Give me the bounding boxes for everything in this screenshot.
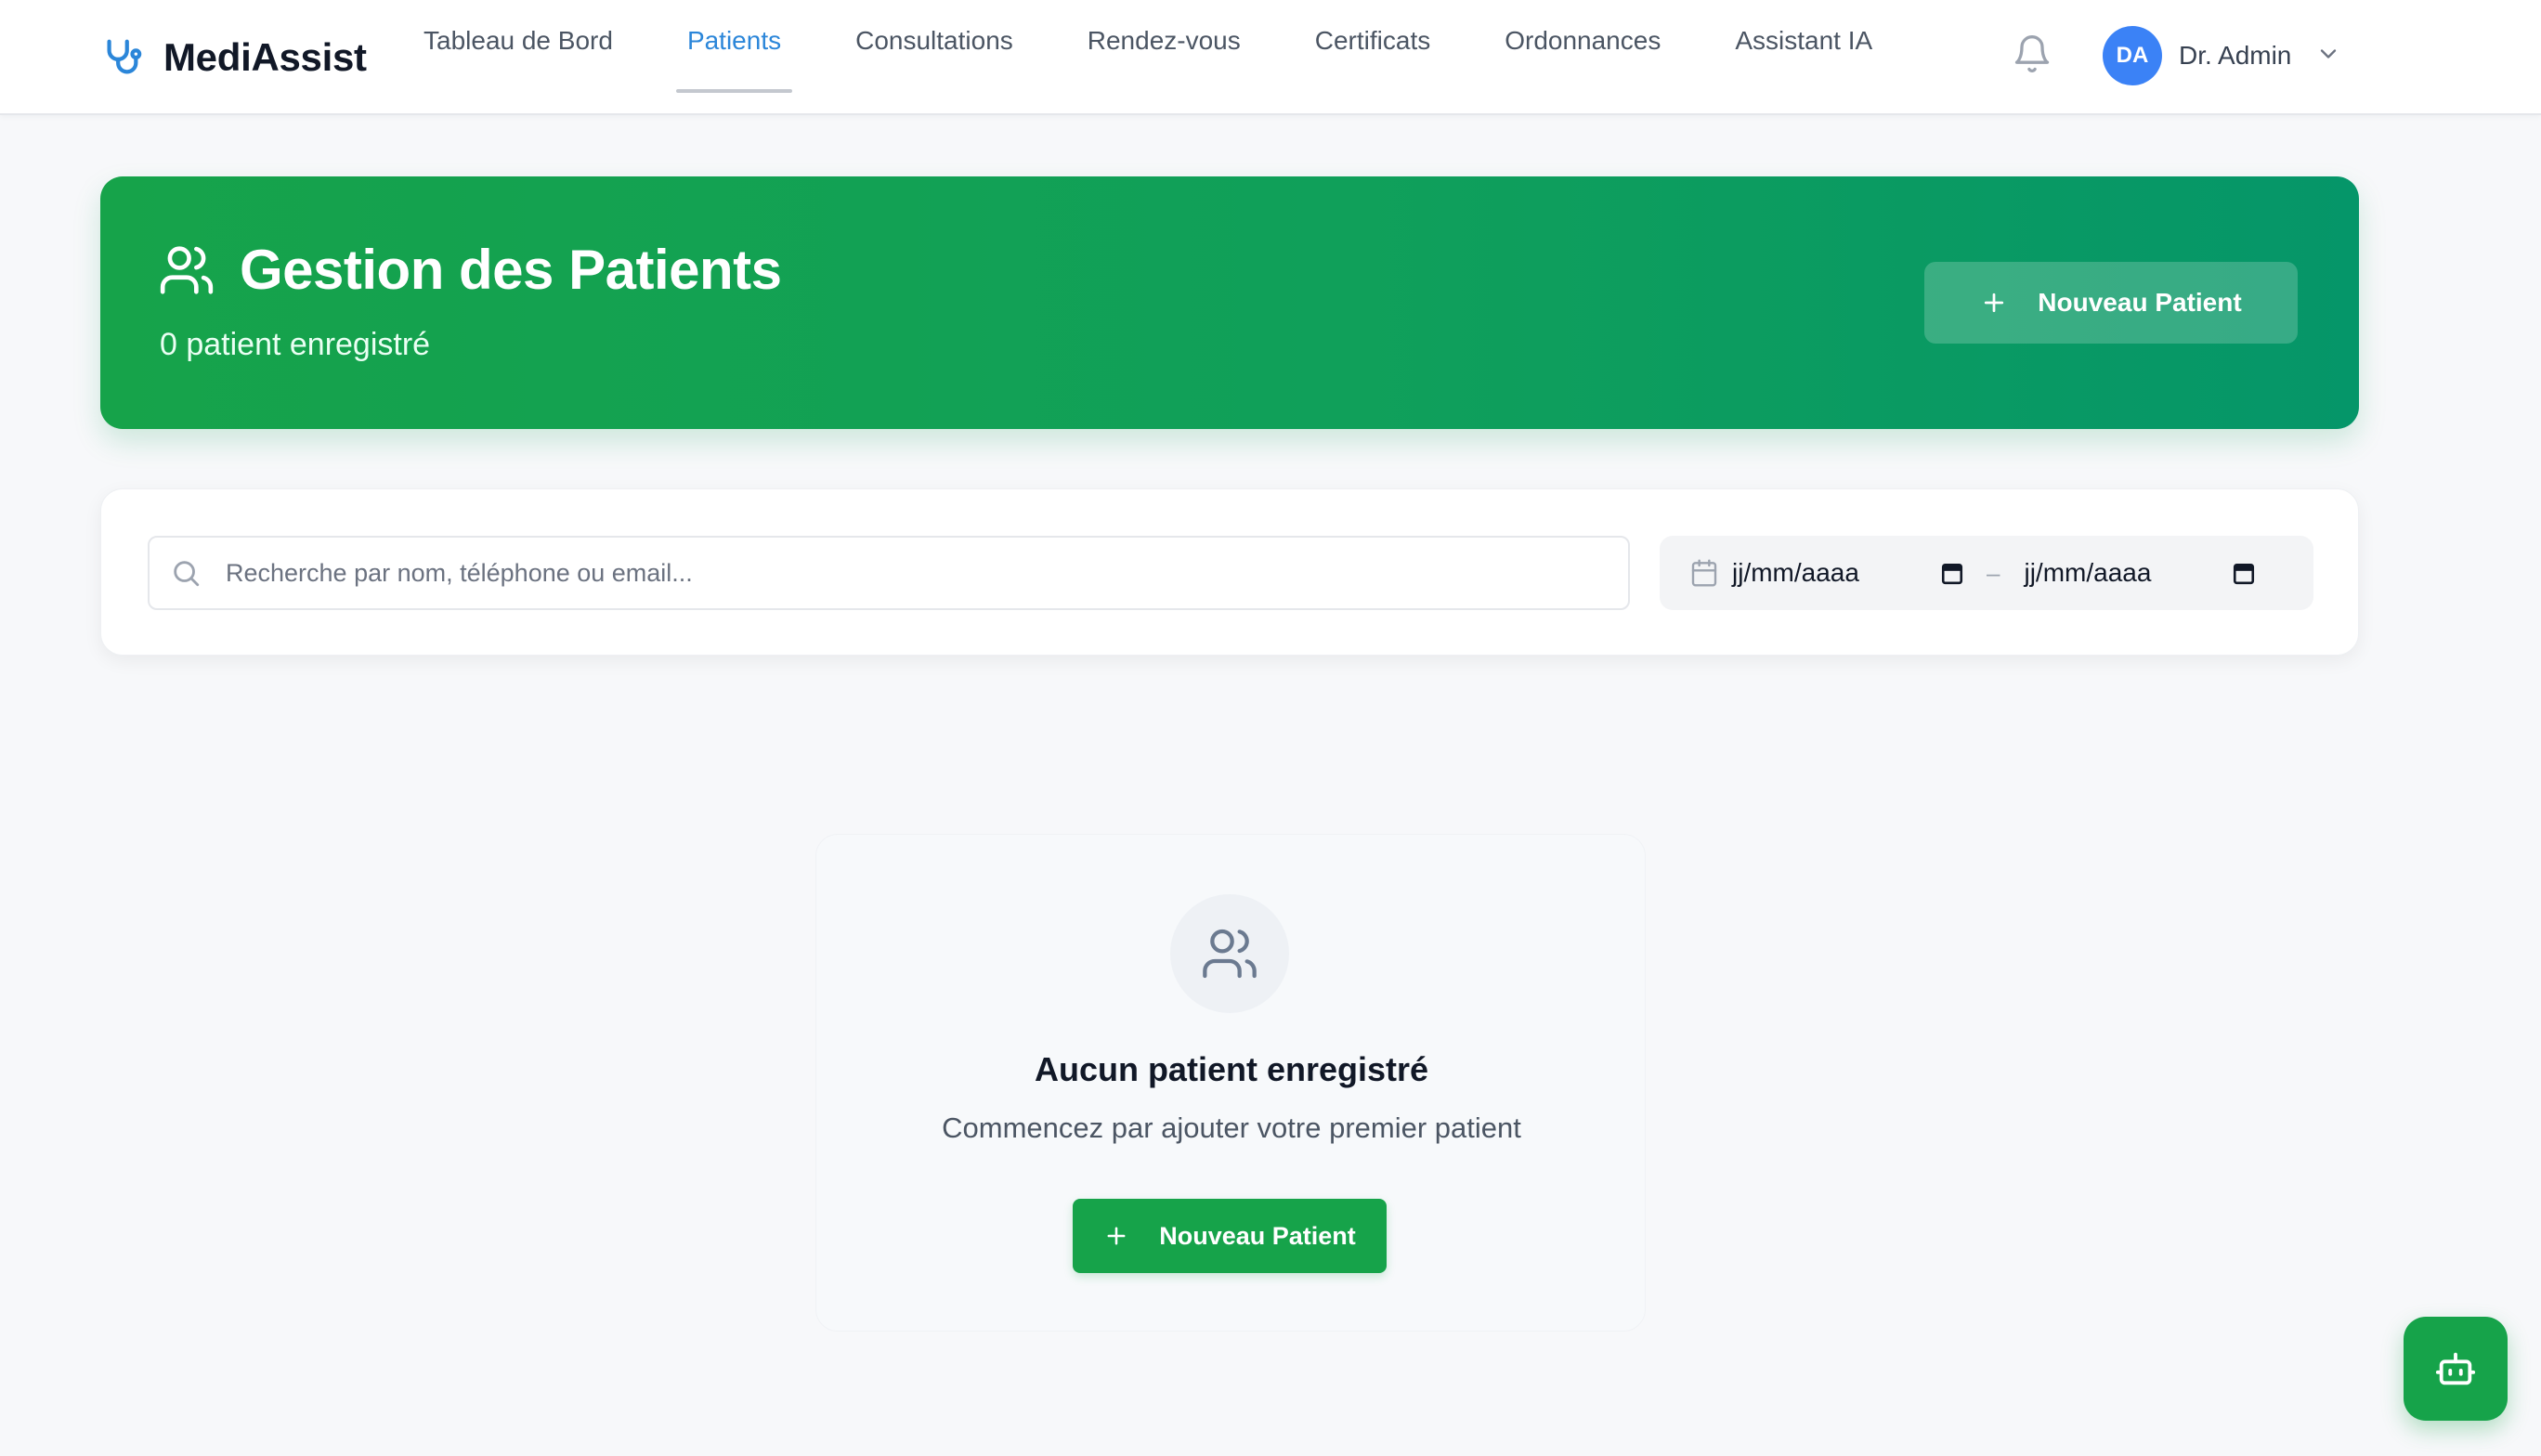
page-title-row: Gestion des Patients bbox=[158, 238, 782, 302]
stethoscope-icon bbox=[107, 39, 142, 74]
date-to-input[interactable]: jj/mm/aaaa bbox=[2024, 558, 2256, 588]
robot-icon bbox=[2435, 1352, 2476, 1385]
users-icon bbox=[1203, 929, 1257, 979]
user-name: Dr. Admin bbox=[2179, 41, 2292, 70]
nav-tableau-de-bord[interactable]: Tableau de Bord bbox=[403, 0, 633, 93]
main-nav: Tableau de Bord Patients Consultations R… bbox=[403, 0, 1926, 115]
nav-assistant-ia[interactable]: Assistant IA bbox=[1714, 0, 1893, 93]
date-range-filter: jj/mm/aaaa – jj/mm/aaaa bbox=[1660, 536, 2313, 610]
calendar-picker-icon[interactable] bbox=[2232, 561, 2256, 585]
brand-logo[interactable]: MediAssist bbox=[100, 30, 367, 85]
patient-count: 0 patient enregistré bbox=[160, 327, 431, 362]
users-icon bbox=[160, 245, 214, 294]
plus-icon bbox=[1985, 292, 2004, 313]
user-menu[interactable]: DA Dr. Admin bbox=[2103, 26, 2341, 85]
chevron-down-icon bbox=[2308, 41, 2341, 72]
search-input[interactable] bbox=[226, 558, 1600, 588]
empty-state-icon-wrap bbox=[1170, 894, 1289, 1013]
date-from-value: jj/mm/aaaa bbox=[1732, 558, 1859, 587]
search-icon bbox=[174, 561, 200, 587]
search-box[interactable] bbox=[148, 536, 1630, 610]
empty-state-subtitle: Commencez par ajouter votre premier pati… bbox=[942, 1112, 1521, 1144]
empty-state: Aucun patient enregistré Commencez par a… bbox=[815, 834, 1646, 1332]
filter-bar: jj/mm/aaaa – jj/mm/aaaa bbox=[100, 488, 2359, 656]
page-header-banner: Gestion des Patients 0 patient enregistr… bbox=[100, 176, 2359, 429]
nav-certificats[interactable]: Certificats bbox=[1295, 0, 1451, 93]
date-separator: – bbox=[1987, 558, 2000, 587]
ai-assistant-fab[interactable] bbox=[2404, 1317, 2508, 1421]
add-first-patient-label: Nouveau Patient bbox=[1159, 1221, 1356, 1250]
avatar: DA bbox=[2103, 26, 2162, 85]
patients-page: MediAssist Tableau de Bord Patients Cons… bbox=[0, 0, 2541, 1456]
nav-ordonnances[interactable]: Ordonnances bbox=[1484, 0, 1681, 93]
notifications-button[interactable] bbox=[2012, 33, 2052, 74]
date-to-value: jj/mm/aaaa bbox=[2024, 558, 2152, 587]
new-patient-label: Nouveau Patient bbox=[2038, 288, 2242, 317]
calendar-picker-icon[interactable] bbox=[1940, 561, 1964, 585]
empty-state-title: Aucun patient enregistré bbox=[1034, 1050, 1429, 1088]
new-patient-button[interactable]: Nouveau Patient bbox=[1924, 262, 2298, 344]
top-navbar: MediAssist Tableau de Bord Patients Cons… bbox=[0, 0, 2541, 115]
page-title: Gestion des Patients bbox=[240, 239, 782, 301]
date-from-input[interactable]: jj/mm/aaaa bbox=[1732, 558, 1964, 588]
nav-patients[interactable]: Patients bbox=[667, 0, 801, 93]
brand-name: MediAssist bbox=[163, 35, 367, 79]
add-first-patient-button[interactable]: Nouveau Patient bbox=[1073, 1199, 1387, 1273]
nav-rendez-vous[interactable]: Rendez-vous bbox=[1067, 0, 1261, 93]
bell-icon bbox=[2014, 35, 2050, 72]
plus-icon bbox=[1107, 1227, 1126, 1245]
calendar-icon bbox=[1691, 559, 1717, 587]
nav-consultations[interactable]: Consultations bbox=[835, 0, 1034, 93]
